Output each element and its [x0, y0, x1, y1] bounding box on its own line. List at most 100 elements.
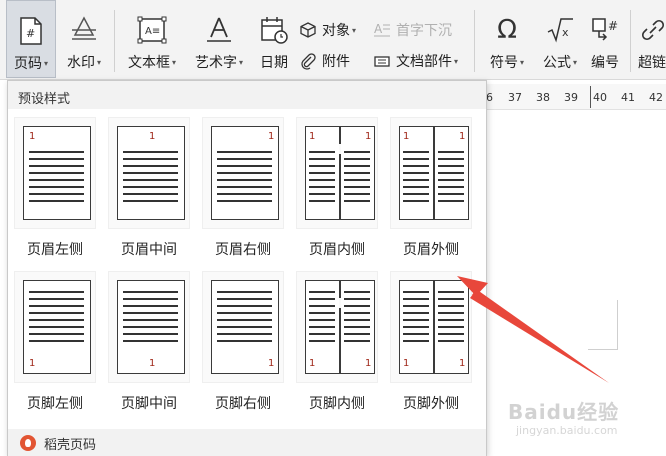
numbering-button[interactable]: # 编号 — [586, 0, 624, 78]
hyperlink-label: 超链 — [638, 55, 666, 71]
watermark-button[interactable]: 水印 ▾ — [60, 0, 108, 78]
text-box-label: 文本框 — [127, 55, 170, 71]
docer-page-number-label: 稻壳页码 — [44, 437, 97, 453]
right-page: 1 — [435, 126, 469, 220]
numbering-icon: # — [590, 14, 620, 46]
page-number-marker: 1 — [149, 358, 156, 369]
svg-text:A≡: A≡ — [145, 26, 160, 37]
page-number-marker: 1 — [365, 131, 372, 142]
page-number-label: 页码 — [13, 56, 42, 72]
ruler-tick-label: 41 — [621, 91, 635, 104]
preview-thumbnail: 1 1 — [296, 117, 378, 229]
attachment-button[interactable]: 附件 — [298, 50, 350, 72]
baidu-watermark-url: jingyan.baidu.com — [516, 424, 618, 437]
document-parts-label: 文档部件 — [396, 54, 452, 70]
divider — [630, 10, 631, 72]
page-number-dropdown: 预设样式 1 页眉左侧 1 页眉中间 1 页眉右侧 1 1 页眉内侧 1 1 页… — [7, 80, 487, 456]
link-icon — [638, 14, 666, 46]
ruler-tick-label: 42 — [649, 91, 663, 104]
preset-header-right[interactable]: 1 页眉右侧 — [200, 117, 286, 267]
preset-label: 页脚中间 — [121, 396, 177, 412]
document-parts-icon — [372, 51, 392, 71]
svg-text:x: x — [562, 26, 569, 39]
preset-footer-right[interactable]: 1 页脚右侧 — [200, 271, 286, 421]
preview-thumbnail: 1 — [14, 117, 96, 229]
right-page: 1 — [341, 280, 375, 374]
chevron-down-icon[interactable]: ▾ — [97, 58, 101, 67]
ruler-tick-label: 38 — [536, 91, 550, 104]
chevron-down-icon[interactable]: ▾ — [454, 57, 458, 66]
watermark-label: 水印 — [66, 55, 95, 71]
preset-footer-left[interactable]: 1 页脚左侧 — [12, 271, 98, 421]
ruler-tick-label: 40 — [593, 91, 607, 104]
preview-thumbnail: 1 1 — [390, 271, 472, 383]
docer-page-number-link[interactable]: 稻壳页码 — [8, 429, 486, 456]
divider — [114, 10, 115, 72]
preset-header-inside[interactable]: 1 1 页眉内侧 — [294, 117, 380, 267]
attachment-label: 附件 — [322, 54, 350, 70]
page-number-marker: 1 — [29, 358, 36, 369]
left-page: 1 — [305, 280, 339, 374]
svg-text:#: # — [608, 19, 618, 33]
symbol-button[interactable]: Ω 符号 ▾ — [482, 0, 532, 78]
preview-thumbnail: 1 — [14, 271, 96, 383]
chevron-down-icon[interactable]: ▾ — [172, 58, 176, 67]
ribbon-toolbar: # 页码▾ 水印▾ A≡ 文本框▾ 艺术字▾ 日期 对象▾ 附件 A — [0, 0, 666, 80]
drop-cap-button[interactable]: A 首字下沉 — [372, 19, 452, 41]
object-label: 对象 — [322, 23, 350, 39]
chevron-down-icon[interactable]: ▾ — [352, 26, 356, 35]
page-number-marker: 1 — [459, 358, 466, 369]
right-page: 1 — [435, 280, 469, 374]
drop-cap-icon: A — [372, 20, 392, 40]
preview-thumbnail: 1 — [108, 117, 190, 229]
object-button[interactable]: 对象 ▾ — [298, 19, 356, 41]
preset-footer-inside[interactable]: 1 1 页脚内侧 — [294, 271, 380, 421]
preset-styles-heading: 预设样式 — [8, 81, 486, 109]
preset-label: 页眉中间 — [121, 242, 177, 258]
preset-header-left[interactable]: 1 页眉左侧 — [12, 117, 98, 267]
preview-thumbnail: 1 1 — [390, 117, 472, 229]
art-text-label: 艺术字 — [194, 55, 237, 71]
preset-label: 页眉内侧 — [309, 242, 365, 258]
left-page: 1 — [305, 126, 339, 220]
page-number-marker: 1 — [459, 131, 466, 142]
cube-icon — [298, 20, 318, 40]
omega-icon: Ω — [497, 15, 517, 45]
svg-text:A: A — [374, 22, 383, 36]
document-parts-button[interactable]: 文档部件 ▾ — [372, 50, 458, 72]
formula-button[interactable]: x 公式 ▾ — [536, 0, 584, 78]
preview-thumbnail: 1 1 — [296, 271, 378, 383]
chevron-down-icon[interactable]: ▾ — [44, 59, 48, 68]
preset-label: 页脚左侧 — [27, 396, 83, 412]
preset-footer-outside[interactable]: 1 1 页脚外侧 — [388, 271, 474, 421]
numbering-label: 编号 — [591, 55, 619, 71]
drop-cap-label: 首字下沉 — [396, 23, 452, 39]
preset-label: 页眉右侧 — [215, 242, 271, 258]
preset-label: 页眉左侧 — [27, 242, 83, 258]
art-text-button[interactable]: 艺术字 ▾ — [188, 0, 250, 78]
preset-header-outside[interactable]: 1 1 页眉外侧 — [388, 117, 474, 267]
page-number-button[interactable]: # 页码 ▾ — [6, 0, 56, 78]
page-number-marker: 1 — [29, 131, 36, 142]
page-corner-marker — [588, 300, 618, 350]
date-button[interactable]: 日期 — [254, 0, 294, 78]
hyperlink-button[interactable]: 超链 — [638, 0, 666, 78]
left-page: 1 — [399, 126, 433, 220]
baidu-watermark: Baidu经验 — [508, 400, 620, 424]
preset-footer-center[interactable]: 1 页脚中间 — [106, 271, 192, 421]
text-box-icon: A≡ — [137, 14, 167, 46]
chevron-down-icon[interactable]: ▾ — [573, 58, 577, 67]
chevron-down-icon[interactable]: ▾ — [239, 58, 243, 67]
formula-icon: x — [545, 14, 575, 46]
preset-label: 页脚外侧 — [403, 396, 459, 412]
page-number-marker: 1 — [268, 358, 275, 369]
page-number-marker: 1 — [403, 358, 410, 369]
horizontal-ruler[interactable]: 6 37 38 39 40 41 42 — [486, 84, 666, 110]
text-box-button[interactable]: A≡ 文本框 ▾ — [122, 0, 182, 78]
formula-label: 公式 — [542, 55, 571, 71]
preset-header-center[interactable]: 1 页眉中间 — [106, 117, 192, 267]
chevron-down-icon[interactable]: ▾ — [520, 58, 524, 67]
ruler-indent-marker[interactable] — [590, 86, 591, 108]
ruler-tick-label: 6 — [486, 91, 493, 104]
page-number-marker: 1 — [268, 131, 275, 142]
